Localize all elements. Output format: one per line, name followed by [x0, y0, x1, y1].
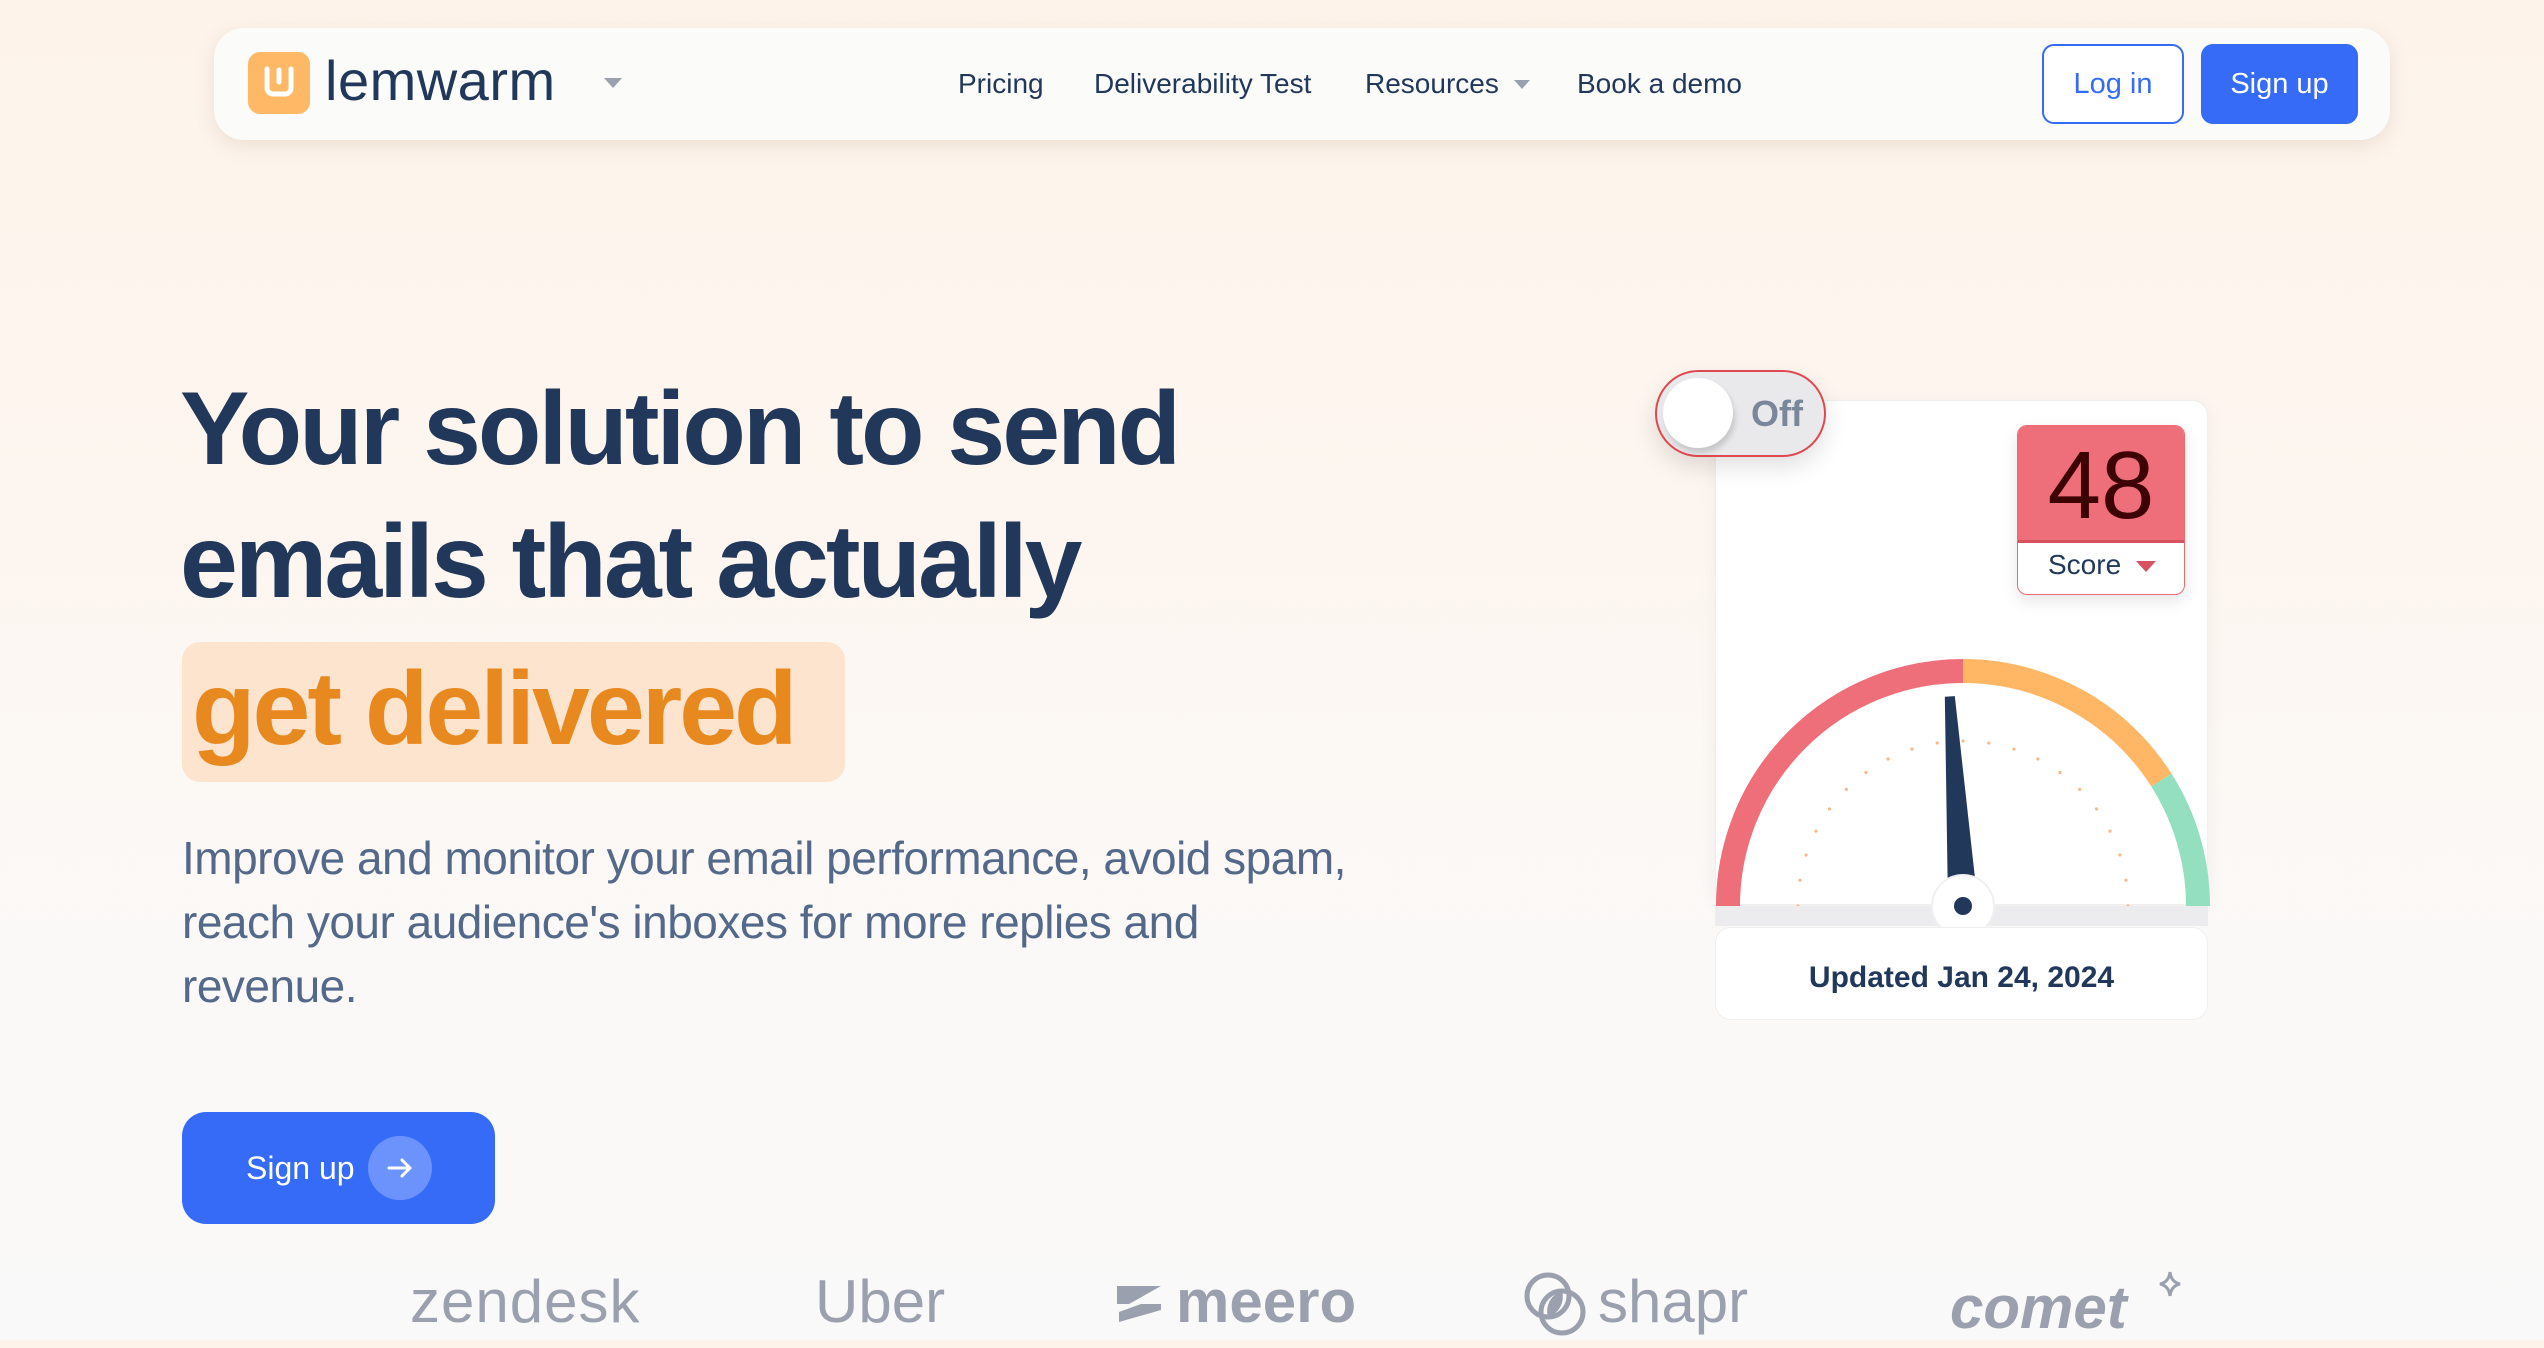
- caret-down-icon: [2136, 561, 2156, 572]
- nav-link-deliverability-test[interactable]: Deliverability Test: [1094, 66, 1311, 102]
- warmup-toggle[interactable]: Off: [1655, 370, 1826, 457]
- gauge-tick: [2058, 770, 2062, 775]
- shapr-mark-icon: [1522, 1270, 1588, 1343]
- lemwarm-logo-icon[interactable]: [248, 52, 310, 114]
- gauge-tick: [1935, 741, 1939, 745]
- chevron-down-icon[interactable]: [1514, 80, 1530, 89]
- hero-description: Improve and monitor your email performan…: [182, 832, 1346, 1012]
- headline-line-2: emails that actually: [180, 504, 1083, 620]
- deliverability-gauge: [1715, 659, 2210, 930]
- gauge-tick: [1798, 878, 1802, 882]
- gauge-tick: [1910, 747, 1914, 751]
- score-badge-top: 48: [2018, 426, 2184, 543]
- gauge-tick: [2012, 747, 2016, 751]
- gauge-tick: [2108, 829, 2112, 833]
- score-value: 48: [2047, 432, 2155, 539]
- score-label: Score: [2048, 549, 2122, 580]
- login-button[interactable]: Log in: [2042, 44, 2184, 124]
- gauge-tick: [2036, 757, 2040, 761]
- headline-line-1: Your solution to send: [180, 371, 1181, 487]
- chevron-down-icon[interactable]: [604, 78, 622, 88]
- arrow-right-icon: [368, 1136, 432, 1200]
- gauge-tick: [2124, 878, 2128, 882]
- meero-mark-icon: [1115, 1282, 1165, 1329]
- gauge-tick: [1987, 741, 1991, 745]
- gauge-tick: [1804, 853, 1808, 857]
- score-badge: 48 Score: [2017, 425, 2185, 595]
- logo-shapr: shapr: [1598, 1268, 1749, 1335]
- gauge-arc-green: [2151, 773, 2210, 907]
- logo-zendesk: zendesk: [410, 1268, 641, 1335]
- gauge-tick: [1864, 770, 1868, 775]
- toggle-label: Off: [1751, 393, 1803, 434]
- gauge-tick: [1961, 739, 1965, 743]
- gauge-tick: [1814, 829, 1818, 833]
- toggle-knob: [1663, 378, 1733, 448]
- logo-comet: comet: [1950, 1274, 2127, 1341]
- gauge-tick: [2118, 853, 2122, 857]
- gauge-arc-orange: [1962, 659, 2172, 787]
- hero-signup-button[interactable]: Sign up: [182, 1112, 495, 1224]
- top-navbar: lemwarm Pricing Deliverability Test Reso…: [214, 28, 2390, 140]
- updated-card: Updated Jan 24, 2024: [1715, 927, 2208, 1020]
- logo-uber: Uber: [815, 1268, 946, 1335]
- nav-link-pricing[interactable]: Pricing: [958, 66, 1044, 102]
- gauge-tick: [1827, 807, 1832, 811]
- logo-meero: meero: [1176, 1268, 1357, 1335]
- gauge-tick: [2094, 807, 2099, 811]
- gauge-tick: [1844, 787, 1848, 791]
- headline-highlight: get delivered: [182, 642, 845, 782]
- hero-signup-label: Sign up: [246, 1150, 355, 1186]
- sparkle-icon: [2158, 1270, 2182, 1303]
- updated-date: Updated Jan 24, 2024: [1808, 961, 2115, 994]
- brand-name[interactable]: lemwarm: [325, 46, 556, 116]
- gauge-tick: [1886, 757, 1890, 761]
- nav-link-book-demo[interactable]: Book a demo: [1577, 66, 1742, 102]
- signup-button[interactable]: Sign up: [2201, 44, 2358, 124]
- headline-highlight-text: get delivered: [192, 651, 798, 767]
- nav-link-resources[interactable]: Resources: [1365, 66, 1499, 102]
- gauge-pivot-dot: [1954, 897, 1972, 915]
- gauge-tick: [2078, 787, 2082, 791]
